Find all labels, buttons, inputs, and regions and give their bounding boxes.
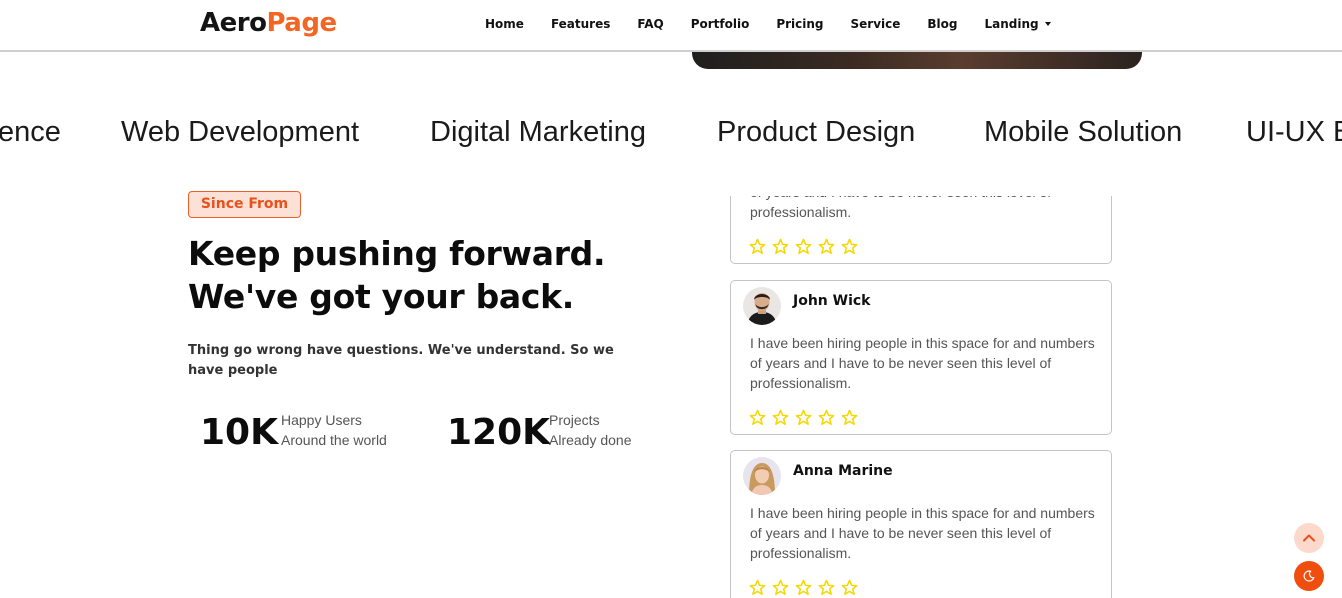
- marquee-item: Mobile Solution: [984, 116, 1183, 148]
- nav-item-pricing[interactable]: Pricing: [776, 17, 823, 31]
- reviewer-name: John Wick: [793, 293, 871, 309]
- star-icon: [749, 238, 766, 255]
- nav-item-landing-label: Landing: [984, 17, 1039, 31]
- star-icon: [795, 238, 812, 255]
- headline-line-1: Keep pushing forward.: [188, 234, 606, 273]
- star-icon: [818, 579, 835, 596]
- marquee-item: UI-UX B: [1246, 116, 1342, 148]
- nav-item-landing[interactable]: Landing: [985, 17, 1051, 31]
- rating-stars: [749, 409, 864, 426]
- rating-stars: [749, 579, 864, 596]
- stat-sublabel: Around the world: [281, 432, 387, 448]
- main-nav: Home Features FAQ Portfolio Pricing Serv…: [485, 16, 1078, 32]
- marquee-item: ence: [0, 116, 61, 148]
- review-card: I have been hiring people in this space …: [730, 196, 1112, 264]
- logo-part-1: Aero: [200, 8, 267, 38]
- reviewer-name: Anna Marine: [793, 463, 893, 479]
- star-icon: [818, 238, 835, 255]
- star-icon: [795, 579, 812, 596]
- review-card: Anna Marine I have been hiring people in…: [730, 450, 1112, 598]
- scroll-top-button[interactable]: [1294, 523, 1324, 553]
- star-icon: [772, 238, 789, 255]
- about-description: Thing go wrong have questions. We've und…: [188, 343, 614, 378]
- stat-number: 10K: [200, 412, 278, 453]
- rating-stars: [749, 238, 864, 255]
- star-icon: [841, 409, 858, 426]
- since-badge: Since From: [188, 191, 301, 218]
- stat-sublabel: Already done: [549, 432, 632, 448]
- review-text: I have been hiring people in this space …: [750, 335, 1095, 391]
- headline-line-2: We've got your back.: [188, 277, 575, 316]
- page-headline: Keep pushing forward. We've got your bac…: [188, 232, 648, 318]
- caret-down-icon: [1044, 22, 1051, 26]
- avatar: [743, 287, 781, 325]
- moon-icon: [1303, 570, 1315, 582]
- nav-item-service[interactable]: Service: [851, 17, 901, 31]
- nav-item-blog[interactable]: Blog: [927, 17, 957, 31]
- marquee-item: Web Development: [121, 116, 360, 148]
- stat-label: Happy Users: [281, 412, 362, 428]
- reviews-list[interactable]: I have been hiring people in this space …: [728, 196, 1118, 598]
- star-icon: [795, 409, 812, 426]
- star-icon: [772, 409, 789, 426]
- chevron-up-icon: [1303, 534, 1315, 542]
- star-icon: [772, 579, 789, 596]
- star-icon: [749, 409, 766, 426]
- marquee-item: Product Design: [717, 116, 916, 148]
- marquee-item: Digital Marketing: [430, 116, 646, 148]
- logo-part-2: Page: [266, 8, 337, 38]
- review-text: I have been hiring people in this space …: [750, 505, 1095, 561]
- nav-item-home[interactable]: Home: [485, 17, 524, 31]
- star-icon: [818, 409, 835, 426]
- logo[interactable]: AeroPage: [200, 6, 337, 40]
- services-marquee: ence Web Development Digital Marketing P…: [0, 112, 1342, 152]
- star-icon: [841, 579, 858, 596]
- nav-item-portfolio[interactable]: Portfolio: [691, 17, 750, 31]
- star-icon: [841, 238, 858, 255]
- stat-label: Projects: [549, 412, 600, 428]
- nav-item-faq[interactable]: FAQ: [637, 17, 663, 31]
- stat-number: 120K: [447, 412, 551, 453]
- nav-item-features[interactable]: Features: [551, 17, 610, 31]
- avatar: [743, 457, 781, 495]
- star-icon: [749, 579, 766, 596]
- theme-toggle-button[interactable]: [1294, 561, 1324, 591]
- review-card: John Wick I have been hiring people in t…: [730, 280, 1112, 435]
- site-header: AeroPage Home Features FAQ Portfolio Pri…: [0, 0, 1342, 52]
- review-text: I have been hiring people in this space …: [750, 196, 1051, 220]
